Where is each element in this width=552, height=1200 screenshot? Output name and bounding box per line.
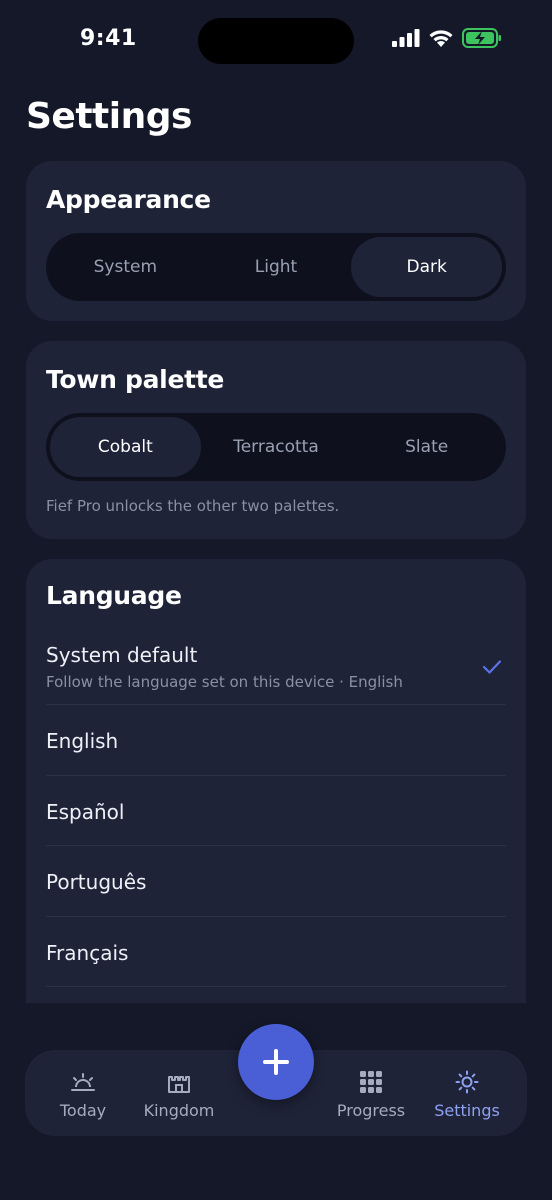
language-option-english[interactable]: English bbox=[46, 705, 506, 776]
language-option-francais[interactable]: Français bbox=[46, 917, 506, 987]
palette-segmented-control: Cobalt Terracotta Slate bbox=[46, 413, 506, 481]
battery-charging-icon bbox=[462, 28, 501, 48]
appearance-card: Appearance System Light Dark bbox=[26, 161, 526, 321]
language-option-sublabel: Follow the language set on this device ·… bbox=[46, 673, 403, 691]
plus-icon bbox=[263, 1049, 289, 1075]
appearance-option-light[interactable]: Light bbox=[201, 237, 352, 297]
language-card: Language System default Follow the langu… bbox=[26, 559, 526, 1079]
sunrise-icon bbox=[71, 1073, 95, 1091]
appearance-option-system[interactable]: System bbox=[50, 237, 201, 297]
palette-pro-hint: Fief Pro unlocks the other two palettes. bbox=[46, 497, 340, 515]
wifi-icon bbox=[429, 29, 453, 47]
tab-label: Progress bbox=[336, 1101, 406, 1120]
tab-label: Kingdom bbox=[143, 1101, 215, 1120]
language-option-label: English bbox=[46, 729, 119, 753]
tab-progress[interactable]: Progress bbox=[323, 1050, 419, 1136]
tab-today[interactable]: Today bbox=[35, 1050, 131, 1136]
sun-gear-icon bbox=[455, 1070, 479, 1094]
appearance-option-dark[interactable]: Dark bbox=[351, 237, 503, 297]
dynamic-island bbox=[198, 18, 354, 64]
grid-icon bbox=[360, 1071, 382, 1093]
page-title: Settings bbox=[26, 96, 192, 137]
language-option-portugues[interactable]: Português bbox=[46, 846, 506, 917]
castle-icon bbox=[168, 1076, 190, 1093]
town-palette-card: Town palette Cobalt Terracotta Slate Fie… bbox=[26, 341, 526, 539]
add-button[interactable] bbox=[238, 1024, 314, 1100]
appearance-title: Appearance bbox=[46, 185, 211, 214]
palette-option-cobalt[interactable]: Cobalt bbox=[50, 417, 201, 477]
tab-label: Today bbox=[59, 1101, 107, 1120]
status-time: 9:41 bbox=[80, 26, 137, 51]
tab-settings[interactable]: Settings bbox=[419, 1050, 515, 1136]
language-option-label: System default bbox=[46, 643, 198, 667]
language-option-label: Français bbox=[46, 941, 129, 965]
status-bar: 9:41 bbox=[0, 0, 552, 80]
language-option-system-default[interactable]: System default Follow the language set o… bbox=[46, 633, 506, 705]
language-option-label: Português bbox=[46, 870, 147, 894]
language-title: Language bbox=[46, 581, 182, 610]
palette-option-terracotta[interactable]: Terracotta bbox=[201, 417, 352, 477]
checkmark-icon bbox=[482, 660, 502, 674]
signal-icon bbox=[392, 29, 420, 47]
appearance-segmented-control: System Light Dark bbox=[46, 233, 506, 301]
palette-option-slate[interactable]: Slate bbox=[351, 417, 502, 477]
town-palette-title: Town palette bbox=[46, 365, 225, 394]
tab-kingdom[interactable]: Kingdom bbox=[131, 1050, 227, 1136]
language-option-espanol[interactable]: Español bbox=[46, 776, 506, 846]
tab-label: Settings bbox=[434, 1101, 500, 1120]
language-option-label: Español bbox=[46, 800, 125, 824]
status-icons bbox=[392, 28, 502, 48]
